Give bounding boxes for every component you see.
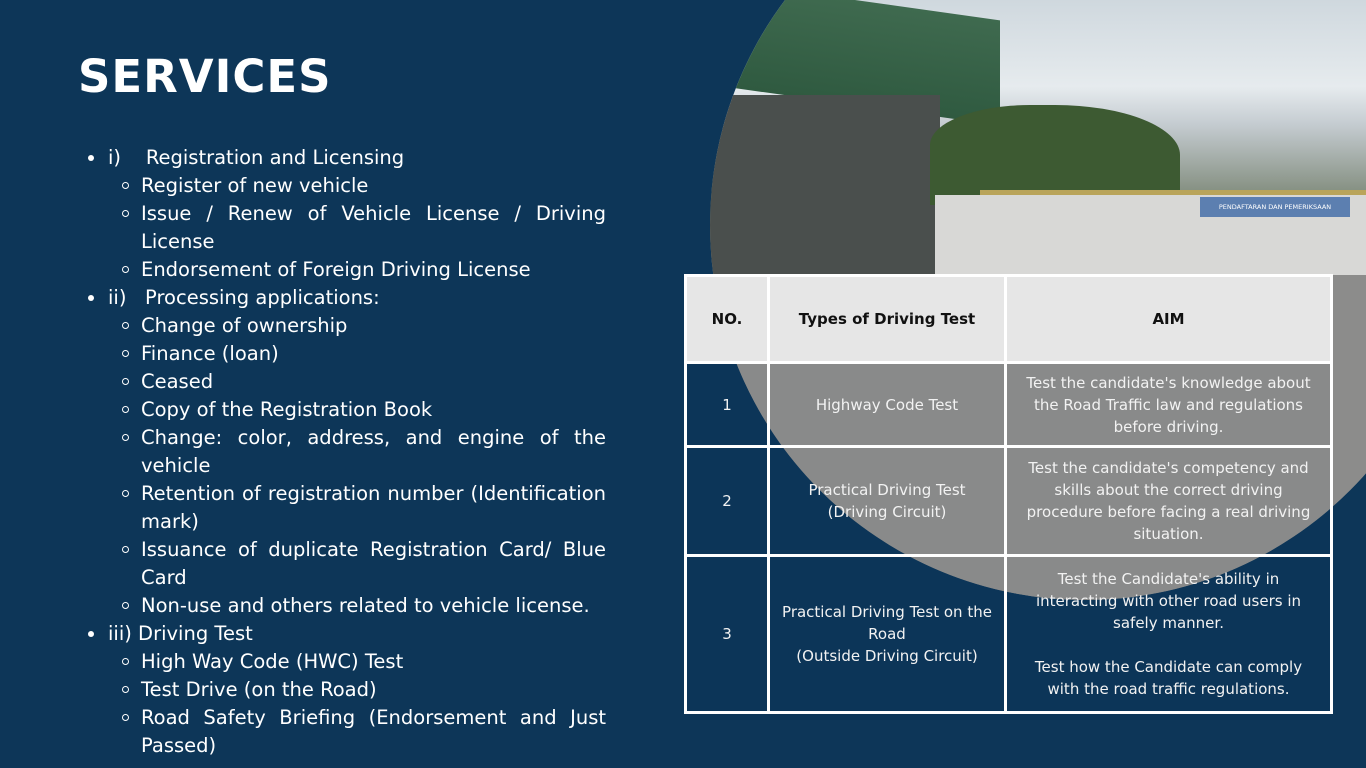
test-type: Practical Driving Test on the Road (Outs… [767, 554, 1007, 714]
test-aim: Test the candidate's knowledge about the… [1004, 360, 1333, 449]
table-row: 1 Highway Code Test Test the candidate's k… [684, 360, 1333, 449]
row-number: 3 [684, 554, 770, 714]
service-item: Copy of the Registration Book [88, 396, 606, 424]
service-item: Non-use and others related to vehicle li… [88, 592, 606, 620]
service-item: Test Drive (on the Road) [88, 676, 606, 704]
service-category-label: ii) Processing applications: [108, 286, 380, 309]
header-aim: AIM [1004, 274, 1333, 364]
table-row: 2 Practical Driving Test (Driving Circuit… [684, 445, 1333, 558]
row-number: 1 [684, 360, 770, 449]
service-item-label: Copy of the Registration Book [141, 398, 433, 421]
service-category: ii) Processing applications: [88, 284, 606, 312]
service-item: Issuance of duplicate Registration Card/… [88, 536, 606, 592]
service-item: Finance (loan) [88, 340, 606, 368]
service-item: Change: color, address, and engine of th… [88, 424, 606, 480]
services-list: i) Registration and Licensing Register of… [88, 144, 606, 760]
service-item-label: Ceased [141, 370, 214, 393]
service-category: i) Registration and Licensing [88, 144, 606, 172]
service-item-label: Retention of registration number (Identi… [141, 482, 606, 533]
service-item-label: Test Drive (on the Road) [141, 678, 377, 701]
photo-sign: PENDAFTARAN DAN PEMERIKSAAN [1200, 197, 1350, 217]
service-item-label: Issuance of duplicate Registration Card/… [141, 538, 606, 589]
service-item: Register of new vehicle [88, 172, 606, 200]
service-item-label: Register of new vehicle [141, 174, 369, 197]
header-type: Types of Driving Test [767, 274, 1007, 364]
driving-test-table: NO. Types of Driving Test AIM 1 Highway C… [684, 274, 1333, 714]
service-category-label: i) Registration and Licensing [108, 146, 405, 169]
header-no: NO. [684, 274, 770, 364]
table-row: 3 Practical Driving Test on the Road (Out… [684, 554, 1333, 714]
photo-shed [710, 95, 940, 275]
service-item-label: High Way Code (HWC) Test [141, 650, 404, 673]
service-item-label: Road Safety Briefing (Endorsement and Ju… [141, 706, 606, 757]
service-item-label: Non-use and others related to vehicle li… [141, 594, 590, 617]
service-category-label: iii) Driving Test [108, 622, 253, 645]
service-item-label: Change of ownership [141, 314, 348, 337]
service-item: Change of ownership [88, 312, 606, 340]
service-item: High Way Code (HWC) Test [88, 648, 606, 676]
table-header-row: NO. Types of Driving Test AIM [684, 274, 1333, 364]
service-item: Road Safety Briefing (Endorsement and Ju… [88, 704, 606, 760]
service-category: iii) Driving Test [88, 620, 606, 648]
service-item-label: Finance (loan) [141, 342, 279, 365]
test-aim: Test the candidate's competency and skil… [1004, 445, 1333, 558]
test-type: Highway Code Test [767, 360, 1007, 449]
test-aim: Test the Candidate's ability in interact… [1004, 554, 1333, 714]
service-item: Issue / Renew of Vehicle License / Drivi… [88, 200, 606, 256]
service-item-label: Change: color, address, and engine of th… [141, 426, 606, 477]
test-type: Practical Driving Test (Driving Circuit) [767, 445, 1007, 558]
service-item: Retention of registration number (Identi… [88, 480, 606, 536]
service-item: Endorsement of Foreign Driving License [88, 256, 606, 284]
service-item-label: Issue / Renew of Vehicle License / Drivi… [141, 202, 606, 253]
service-item: Ceased [88, 368, 606, 396]
page-title: SERVICES [78, 50, 332, 103]
service-item-label: Endorsement of Foreign Driving License [141, 258, 531, 281]
row-number: 2 [684, 445, 770, 558]
